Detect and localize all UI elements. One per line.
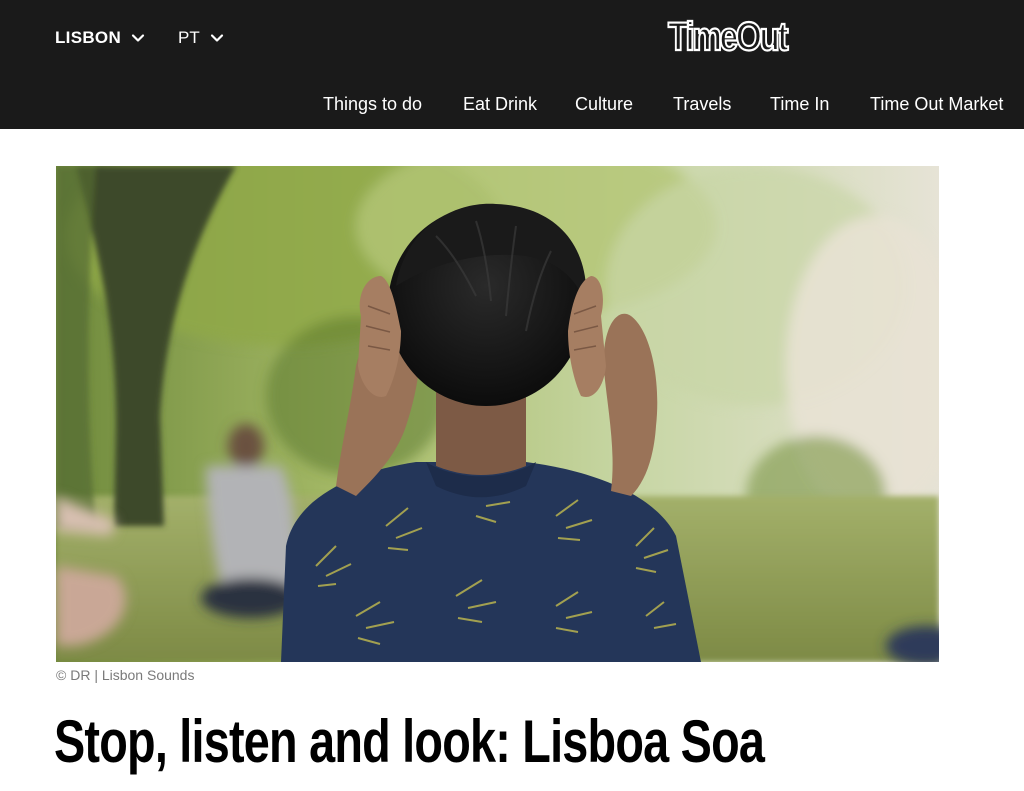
logo-text: TimeOut — [668, 15, 788, 59]
image-caption: © DR | Lisbon Sounds — [56, 667, 195, 683]
article-title: Stop, listen and look: Lisboa Soa — [54, 708, 765, 775]
site-header: LISBON PT TimeOut Things to do Eat Drink… — [0, 0, 1024, 129]
language-selector[interactable]: PT — [178, 26, 224, 50]
language-selector-label: PT — [178, 28, 200, 47]
nav-item-culture[interactable]: Culture — [575, 90, 633, 118]
chevron-down-icon — [131, 34, 145, 42]
timeout-logo[interactable]: TimeOut — [664, 8, 790, 60]
city-selector-label: LISBON — [55, 28, 122, 47]
nav-item-time-in[interactable]: Time In — [770, 90, 829, 118]
hero-image — [56, 166, 939, 662]
chevron-down-icon — [210, 34, 223, 42]
nav-item-travels[interactable]: Travels — [673, 90, 731, 118]
nav-item-eat-drink[interactable]: Eat Drink — [463, 90, 537, 118]
nav-item-time-out-market[interactable]: Time Out Market — [870, 90, 1003, 118]
nav-item-things-to-do[interactable]: Things to do — [323, 90, 422, 118]
main-nav: Things to do Eat Drink Culture Travels T… — [0, 90, 1024, 118]
city-selector[interactable]: LISBON — [55, 26, 145, 50]
